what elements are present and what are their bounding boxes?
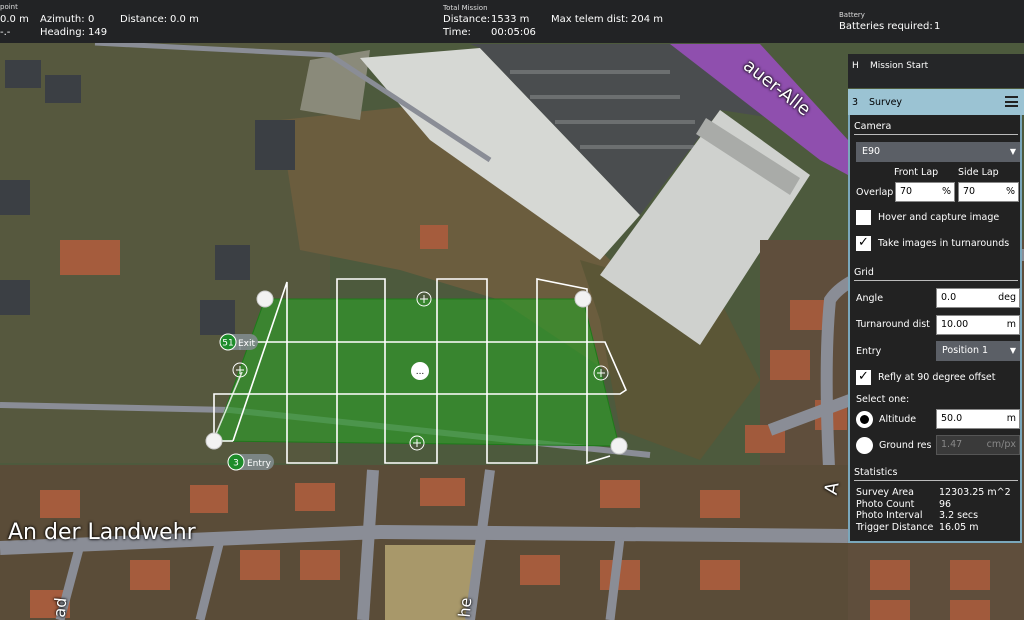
survey-title: Survey xyxy=(869,97,903,108)
exit-marker-label: Exit xyxy=(238,339,256,349)
side-lap-input[interactable]: 70 % xyxy=(958,182,1019,202)
max-telem-label: Max telem dist: xyxy=(551,14,629,25)
hover-capture-label: Hover and capture image xyxy=(878,212,1000,223)
statistics-section-title: Statistics xyxy=(854,467,1018,481)
mission-start-item[interactable]: H Mission Start xyxy=(848,54,1024,88)
angle-input[interactable]: 0.0 deg xyxy=(936,288,1020,308)
azimuth-label: Azimuth: xyxy=(40,14,85,25)
stat-row: Trigger Distance 16.05 m xyxy=(856,521,979,533)
waypoint-header: point xyxy=(0,3,18,11)
mission-start-index: H xyxy=(852,61,859,71)
chevron-down-icon: ▼ xyxy=(1009,147,1016,156)
stat-row: Survey Area 12303.25 m^2 xyxy=(856,487,1011,498)
total-distance-label: Distance: xyxy=(443,14,491,25)
mission-status-bar: point 0.0 m -.- Azimuth: 0 Heading: 149 Di… xyxy=(0,0,1024,43)
checkmark-icon: ✓ xyxy=(858,369,869,384)
ground-res-radio[interactable] xyxy=(856,437,873,454)
survey-index: 3 xyxy=(852,97,859,108)
vertex-handle[interactable] xyxy=(256,290,274,308)
refly-label: Refly at 90 degree offset xyxy=(878,372,996,383)
vertex-handle[interactable] xyxy=(205,432,223,450)
hamburger-menu-icon[interactable] xyxy=(1005,96,1018,107)
turnaround-dist-input[interactable]: 10.00 m xyxy=(936,315,1020,335)
distance-label: Distance: xyxy=(120,14,168,25)
camera-select[interactable]: E90 ▼ xyxy=(856,142,1020,162)
batteries-required-label: Batteries required: xyxy=(839,21,933,32)
refly-checkbox[interactable]: ✓ xyxy=(856,370,871,385)
entry-marker-label: Entry xyxy=(247,459,272,469)
time-value: 00:05:06 xyxy=(491,27,536,38)
heading-label: Heading: xyxy=(40,27,85,38)
entry-select[interactable]: Position 1 ▼ xyxy=(936,341,1020,361)
altitude-label: Altitude xyxy=(879,414,917,425)
total-mission-header: Total Mission xyxy=(443,4,488,12)
chevron-down-icon: ▼ xyxy=(1009,346,1016,355)
survey-editor-panel: 3 Survey Camera E90 ▼ Front Lap Side Lap… xyxy=(848,89,1024,543)
grid-section-title: Grid xyxy=(854,267,1018,281)
stat-row: Photo Count 96 xyxy=(856,498,952,510)
front-lap-input[interactable]: 70 % xyxy=(895,182,955,202)
street-label-bottom-left: ad xyxy=(49,596,71,619)
batteries-required-value: 1 xyxy=(934,21,941,32)
waypoint-altitude-value: 0.0 m xyxy=(0,14,29,25)
vertex-handle[interactable] xyxy=(574,290,592,308)
time-label: Time: xyxy=(443,27,471,38)
heading-value: 149 xyxy=(88,27,108,38)
street-label-landwehr: An der Landwehr xyxy=(8,520,196,545)
ground-res-input[interactable]: 1.47 cm/px xyxy=(936,435,1020,455)
camera-select-value: E90 xyxy=(862,146,881,157)
hover-capture-checkbox[interactable] xyxy=(856,210,871,225)
distance-value: 0.0 m xyxy=(170,14,199,25)
checkmark-icon: ✓ xyxy=(858,235,869,250)
azimuth-value: 0 xyxy=(88,14,95,25)
survey-header[interactable]: 3 Survey xyxy=(848,89,1024,115)
total-distance-value: 1533 m xyxy=(491,14,530,25)
battery-header: Battery xyxy=(839,11,865,19)
altitude-radio[interactable] xyxy=(856,411,873,428)
altitude-input[interactable]: 50.0 m xyxy=(936,409,1020,429)
turnaround-dist-label: Turnaround dist xyxy=(856,319,930,330)
exit-marker-number: 51 xyxy=(222,339,233,349)
statistics-list: Survey Area 12303.25 m^2 Photo Count 96 Ph… xyxy=(856,487,1011,533)
max-telem-value: 204 m xyxy=(631,14,664,25)
entry-marker-number: 3 xyxy=(233,459,239,469)
camera-section-title: Camera xyxy=(854,121,1018,135)
turnaround-images-checkbox[interactable]: ✓ xyxy=(856,236,871,251)
turnaround-images-label: Take images in turnarounds xyxy=(878,238,1010,249)
stat-row: Photo Interval 3.2 secs xyxy=(856,510,979,521)
entry-label: Entry xyxy=(856,346,882,357)
angle-label: Angle xyxy=(856,293,884,304)
waypoint-gradient-value: -.- xyxy=(0,27,11,38)
vertex-handle[interactable] xyxy=(610,437,628,455)
overlap-label: Overlap xyxy=(856,187,894,198)
mission-start-label: Mission Start xyxy=(870,61,929,71)
street-label-bottom-center: he xyxy=(454,596,476,619)
side-lap-label: Side Lap xyxy=(958,167,999,178)
front-lap-label: Front Lap xyxy=(894,167,939,178)
select-one-label: Select one: xyxy=(856,394,910,405)
ground-res-label: Ground res xyxy=(879,440,932,451)
center-drag-label: ... xyxy=(416,367,425,377)
